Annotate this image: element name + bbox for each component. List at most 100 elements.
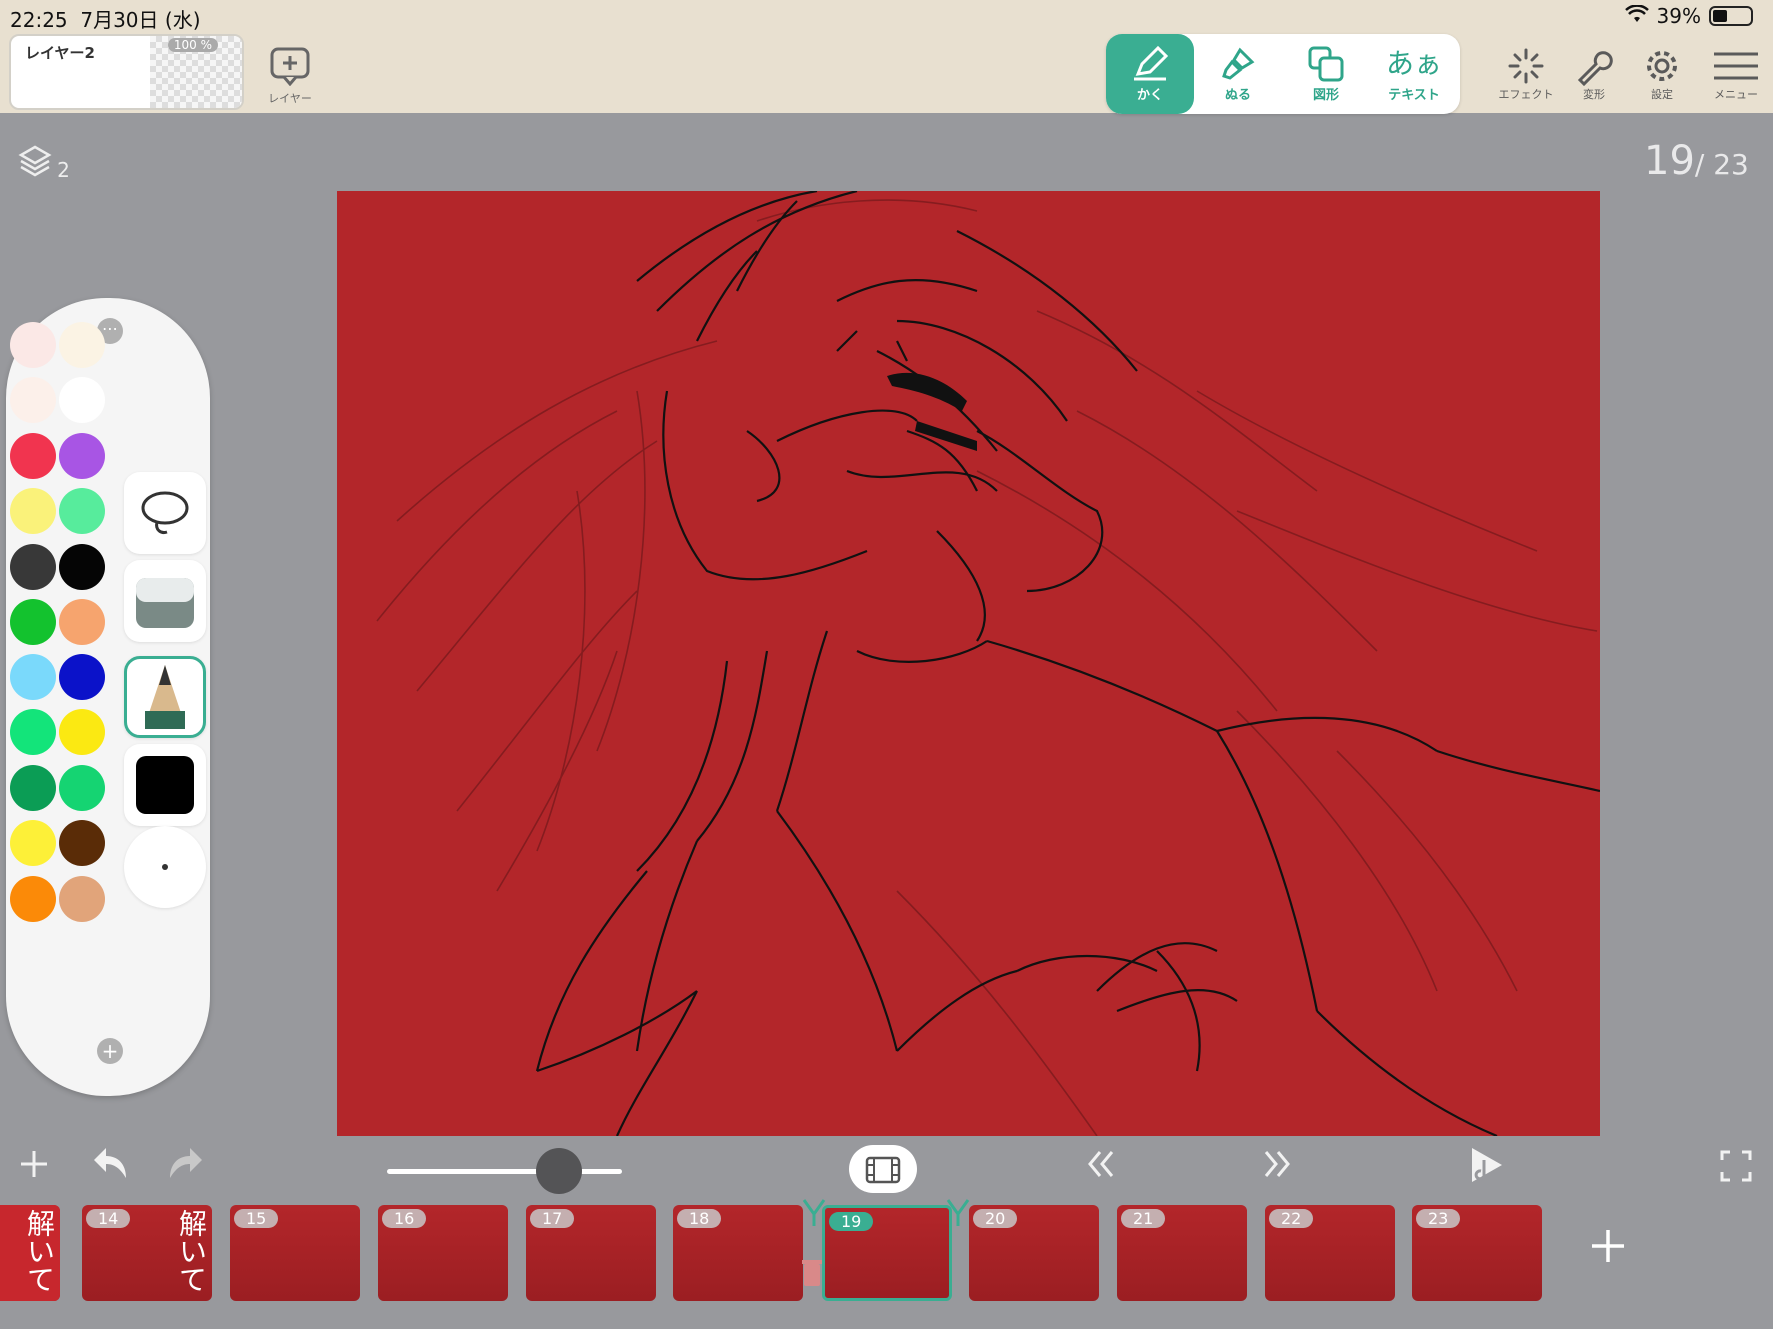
color-swatch[interactable] <box>10 599 56 645</box>
total-frames: / 23 <box>1694 148 1749 181</box>
frame-thumb-18[interactable]: 18 <box>673 1205 803 1301</box>
delete-frame-icon[interactable] <box>800 1258 824 1292</box>
lasso-tool[interactable] <box>124 472 206 554</box>
layer-count: 2 <box>57 158 70 182</box>
battery-icon <box>1709 6 1753 26</box>
text-icon: あぁ <box>1385 47 1442 80</box>
brush-size-button[interactable] <box>124 826 206 908</box>
frame-number: 17 <box>530 1209 575 1228</box>
color-swatch[interactable] <box>10 544 56 590</box>
previous-frame-icon[interactable] <box>1084 1148 1120 1189</box>
film-view-button[interactable] <box>849 1145 917 1193</box>
color-swatch[interactable] <box>59 820 105 866</box>
wifi-icon <box>1624 4 1649 28</box>
play-music-icon[interactable] <box>1468 1146 1504 1193</box>
brush-icon <box>1194 44 1282 84</box>
frame-thumb-20[interactable]: 20 <box>969 1205 1099 1301</box>
status-time: 22:25 7月30日 (水) <box>10 8 201 32</box>
frame-number: 18 <box>677 1209 722 1228</box>
transform-label: 変形 <box>1583 88 1605 101</box>
color-swatch[interactable] <box>10 322 56 368</box>
color-swatch[interactable] <box>59 876 105 922</box>
frame-thumb-22[interactable]: 22 <box>1265 1205 1395 1301</box>
menu-label: メニュー <box>1714 88 1758 101</box>
color-swatch[interactable] <box>59 765 105 811</box>
color-swatch[interactable] <box>10 765 56 811</box>
settings-button[interactable]: 設定 <box>1630 46 1694 102</box>
color-swatch[interactable] <box>59 433 105 479</box>
color-swatch[interactable] <box>10 654 56 700</box>
color-swatch[interactable] <box>10 377 56 423</box>
frame-thumb-16[interactable]: 16 <box>378 1205 508 1301</box>
frame-number: 16 <box>382 1209 427 1228</box>
next-frame-icon[interactable] <box>1258 1148 1294 1189</box>
layer-opacity: 100 % <box>167 38 218 52</box>
frame-thumb-19[interactable]: 19 <box>822 1205 952 1301</box>
fullscreen-icon[interactable] <box>1720 1150 1752 1191</box>
add-frame-plus-icon[interactable] <box>18 1148 50 1189</box>
effect-button[interactable]: エフェクト <box>1494 46 1558 102</box>
color-swatch[interactable] <box>59 709 105 755</box>
color-swatch[interactable] <box>59 654 105 700</box>
add-layer-button[interactable]: レイヤー <box>262 46 318 106</box>
undo-icon[interactable] <box>90 1146 130 1191</box>
speed-slider-track[interactable] <box>387 1169 622 1174</box>
color-swatch[interactable] <box>59 599 105 645</box>
menu-button[interactable]: メニュー <box>1704 46 1768 102</box>
battery-percent: 39% <box>1656 4 1701 28</box>
drawing-canvas[interactable] <box>337 191 1600 1136</box>
frame-number: 20 <box>973 1209 1018 1228</box>
color-swatch[interactable] <box>10 876 56 922</box>
tool-draw-label: かく <box>1136 88 1163 103</box>
color-swatch[interactable] <box>59 488 105 534</box>
color-swatch[interactable] <box>10 709 56 755</box>
settings-label: 設定 <box>1651 88 1673 101</box>
redo-icon[interactable] <box>166 1146 206 1191</box>
pencil-tool[interactable] <box>124 656 206 738</box>
transform-button[interactable]: 変形 <box>1562 46 1626 102</box>
tool-fill-label: ぬる <box>1224 88 1251 103</box>
current-frame-number: 19 <box>1644 138 1695 184</box>
color-swatch[interactable] <box>10 488 56 534</box>
add-frame-icon[interactable] <box>1588 1226 1628 1270</box>
color-swatch[interactable] <box>59 377 105 423</box>
onion-marker-left-icon[interactable] <box>800 1198 828 1232</box>
frame-thumb-21[interactable]: 21 <box>1117 1205 1247 1301</box>
layer-stack-indicator[interactable]: 2 <box>18 144 70 182</box>
eraser-tool[interactable] <box>124 560 206 642</box>
frame-thumb-prev[interactable]: 解いて <box>0 1205 60 1301</box>
effect-label: エフェクト <box>1498 88 1554 101</box>
frame-indicator: 19/ 23 <box>1644 138 1749 184</box>
color-swatch[interactable] <box>10 433 56 479</box>
current-color-swatch <box>136 756 194 814</box>
current-color-button[interactable] <box>124 744 206 826</box>
tool-draw[interactable]: かく <box>1106 34 1194 114</box>
color-swatch[interactable] <box>10 820 56 866</box>
color-palette-panel: ⋯ + <box>6 298 210 1096</box>
layer-thumbnail[interactable]: レイヤー2 100 % <box>9 34 244 110</box>
frame-thumb-14[interactable]: 14 解いて <box>82 1205 212 1301</box>
shape-icon <box>1282 44 1370 84</box>
color-swatch[interactable] <box>59 322 105 368</box>
eraser-icon <box>136 578 194 628</box>
wrench-icon <box>1562 46 1626 87</box>
add-layer-icon <box>270 47 310 87</box>
layer-name: レイヤー2 <box>25 44 95 62</box>
film-icon <box>865 1156 901 1184</box>
frame-thumb-17[interactable]: 17 <box>526 1205 656 1301</box>
onion-marker-right-icon[interactable] <box>944 1198 972 1232</box>
add-color-icon[interactable]: + <box>97 1038 123 1064</box>
frame-number: 23 <box>1416 1209 1461 1228</box>
brush-size-dot <box>162 864 168 870</box>
tool-shape[interactable]: 図形 <box>1282 34 1370 114</box>
tool-fill[interactable]: ぬる <box>1194 34 1282 114</box>
tool-group: かく ぬる 図形 あぁ テキスト <box>1106 34 1460 114</box>
frame-title-text: 解いて <box>175 1209 208 1293</box>
tool-text[interactable]: あぁ テキスト <box>1370 34 1458 114</box>
frame-thumb-23[interactable]: 23 <box>1412 1205 1542 1301</box>
lasso-icon <box>141 491 189 534</box>
speed-slider-knob[interactable] <box>536 1148 582 1194</box>
frame-thumb-15[interactable]: 15 <box>230 1205 360 1301</box>
color-swatch[interactable] <box>59 544 105 590</box>
layers-icon <box>18 145 52 177</box>
